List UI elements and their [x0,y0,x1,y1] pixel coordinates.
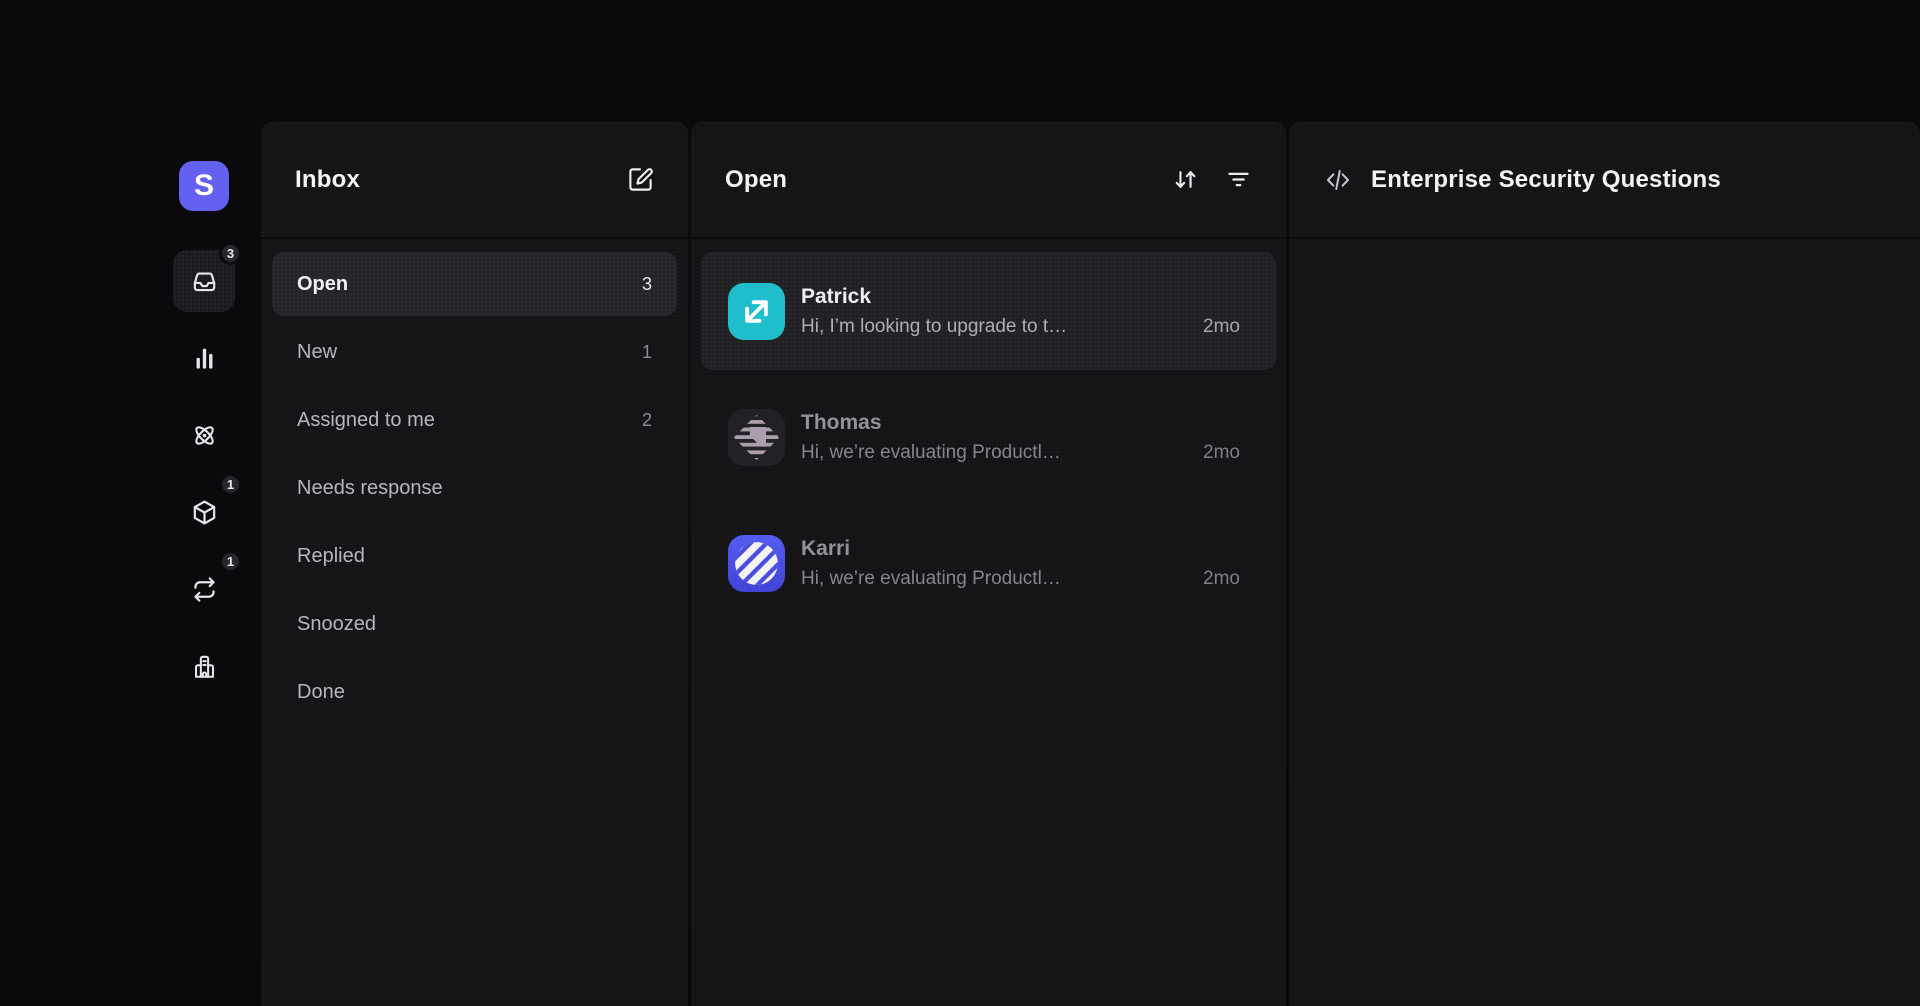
rail-item-inbox[interactable]: 3 [173,250,235,312]
diagonal-arrows-icon [728,283,785,340]
inbox-count-badge: 3 [219,242,242,265]
filter-label: Assigned to me [297,409,435,432]
filter-count: 2 [642,410,652,431]
inbox-filter-assigned-to-me[interactable]: Assigned to me 2 [272,388,677,452]
app-rail: S 3 1 [0,0,261,1006]
conversation-preview: Hi, I’m looking to upgrade to t… [801,316,1189,338]
inbox-filter-done[interactable]: Done [272,660,677,724]
sync-count-badge: 1 [219,550,242,573]
rail-item-products[interactable]: 1 [173,481,235,543]
code-icon [1323,165,1353,195]
conversation-name: Karri [801,537,1240,561]
filter-count: 3 [642,274,652,295]
conversation-detail-body [1289,239,1920,1006]
sort-arrows-icon[interactable] [1172,166,1199,193]
products-count-badge: 1 [219,473,242,496]
conversation-text: Karri Hi, we’re evaluating Productl… 2mo [801,537,1240,590]
conversation-detail-title: Enterprise Security Questions [1371,166,1721,194]
app-logo-letter: S [194,169,214,203]
atom-icon [190,421,219,450]
filter-label: Needs response [297,477,443,500]
conversation-list-title: Open [725,166,787,194]
filter-icon[interactable] [1225,166,1252,193]
inbox-filter-open[interactable]: Open 3 [272,252,677,316]
conversation-list: Patrick Hi, I’m looking to upgrade to t…… [691,239,1286,630]
conversation-row-karri[interactable]: Karri Hi, we’re evaluating Productl… 2mo [701,504,1276,622]
repeat-arrows-icon [190,575,219,604]
inbox-header-actions [627,166,654,193]
building-icon [190,652,219,681]
app-logo[interactable]: S [179,161,229,211]
conversation-list-panel: Open [691,122,1286,1006]
conversation-list-header: Open [691,122,1286,239]
conversation-detail-header: Enterprise Security Questions [1289,122,1920,239]
filter-label: Snoozed [297,613,376,636]
inbox-panel-title: Inbox [295,166,360,194]
rail-item-sync[interactable]: 1 [173,558,235,620]
conversation-time: 2mo [1189,568,1240,590]
app-rail-inner: S 3 1 [173,161,235,712]
inbox-panel-header: Inbox [261,122,688,239]
conversation-time: 2mo [1189,442,1240,464]
rail-item-automation[interactable] [173,404,235,466]
inbox-filter-needs-response[interactable]: Needs response [272,456,677,520]
conversation-text: Patrick Hi, I’m looking to upgrade to t…… [801,285,1240,338]
conversation-row-patrick[interactable]: Patrick Hi, I’m looking to upgrade to t…… [701,252,1276,370]
compose-icon[interactable] [627,166,654,193]
filter-label: Replied [297,545,365,568]
filter-label: Done [297,681,345,704]
inbox-filter-new[interactable]: New 1 [272,320,677,384]
cube-icon [190,498,219,527]
inbox-tray-icon [190,267,219,296]
conversation-name: Patrick [801,285,1240,309]
inbox-filter-snoozed[interactable]: Snoozed [272,592,677,656]
avatar [728,283,785,340]
list-header-actions [1172,166,1252,193]
conversation-name: Thomas [801,411,1240,435]
bar-chart-icon [190,344,219,373]
rail-item-insights[interactable] [173,327,235,389]
striped-globe-icon [728,535,785,592]
conversation-preview: Hi, we’re evaluating Productl… [801,442,1189,464]
conversation-preview: Hi, we’re evaluating Productl… [801,568,1189,590]
inbox-panel: Inbox Open 3 New 1 Assigned to me 2 [261,122,688,1006]
conversation-text: Thomas Hi, we’re evaluating Productl… 2m… [801,411,1240,464]
conversation-row-thomas[interactable]: Thomas Hi, we’re evaluating Productl… 2m… [701,378,1276,496]
conversation-detail-panel: Enterprise Security Questions [1289,122,1920,1006]
inbox-status-list: Open 3 New 1 Assigned to me 2 Needs resp… [261,239,688,728]
conversation-time: 2mo [1189,316,1240,338]
rail-item-companies[interactable] [173,635,235,697]
filter-label: Open [297,273,348,296]
inbox-filter-replied[interactable]: Replied [272,524,677,588]
avatar [728,535,785,592]
striped-diamond-icon [728,409,785,466]
avatar [728,409,785,466]
detail-title-wrap: Enterprise Security Questions [1323,165,1721,195]
filter-label: New [297,341,337,364]
filter-count: 1 [642,342,652,363]
workspace-panels: Inbox Open 3 New 1 Assigned to me 2 [261,122,1920,1006]
